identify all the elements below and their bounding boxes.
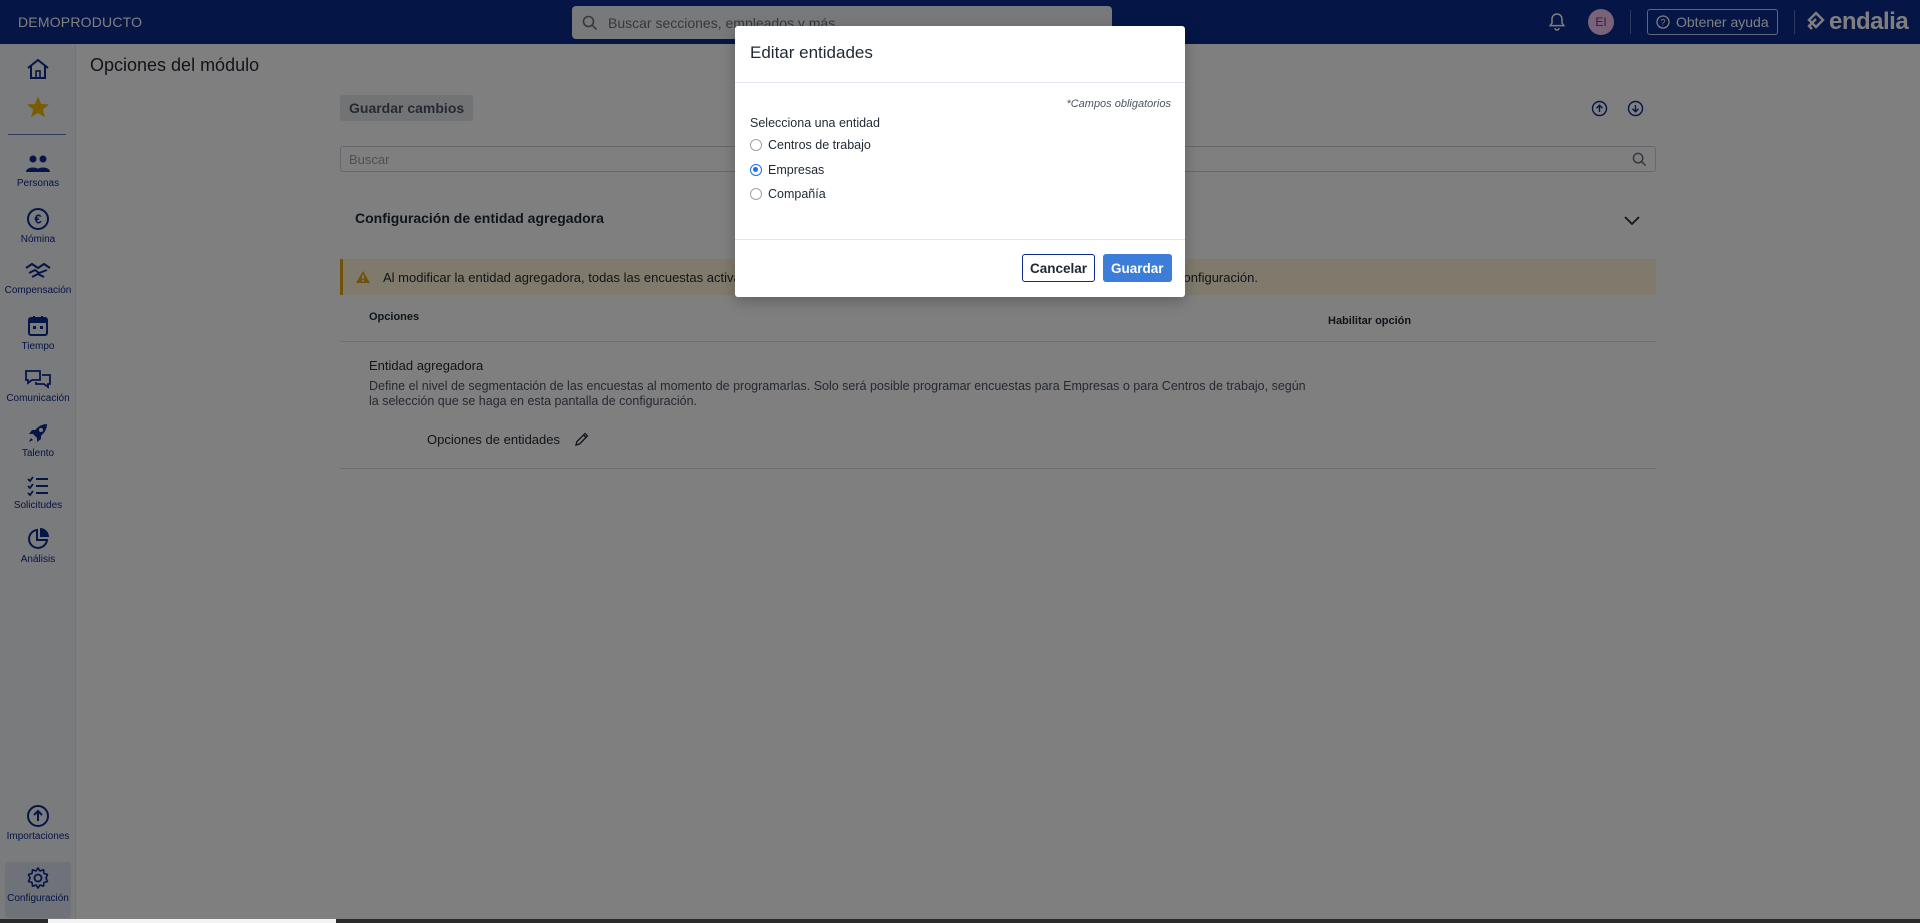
bottom-strip-highlight: [48, 919, 336, 923]
required-fields-note: *Campos obligatorios: [1066, 98, 1171, 110]
edit-entities-dialog: Editar entidades *Campos obligatorios Se…: [735, 26, 1185, 297]
radio-button-selected[interactable]: [750, 164, 762, 176]
dialog-title: Editar entidades: [750, 43, 873, 62]
radio-label: Empresas: [768, 163, 825, 177]
radio-option-centros[interactable]: Centros de trabajo: [750, 138, 871, 152]
radio-button[interactable]: [750, 188, 762, 200]
dialog-divider: [735, 82, 1185, 83]
save-button[interactable]: Guardar: [1103, 254, 1172, 282]
radio-label: Compañía: [768, 187, 826, 201]
radio-label: Centros de trabajo: [768, 138, 871, 152]
entity-select-label: Selecciona una entidad: [750, 116, 880, 130]
cancel-button[interactable]: Cancelar: [1022, 254, 1096, 282]
dialog-divider: [735, 239, 1185, 240]
radio-option-compania[interactable]: Compañía: [750, 187, 826, 201]
radio-option-empresas[interactable]: Empresas: [750, 163, 824, 177]
radio-button[interactable]: [750, 139, 762, 151]
